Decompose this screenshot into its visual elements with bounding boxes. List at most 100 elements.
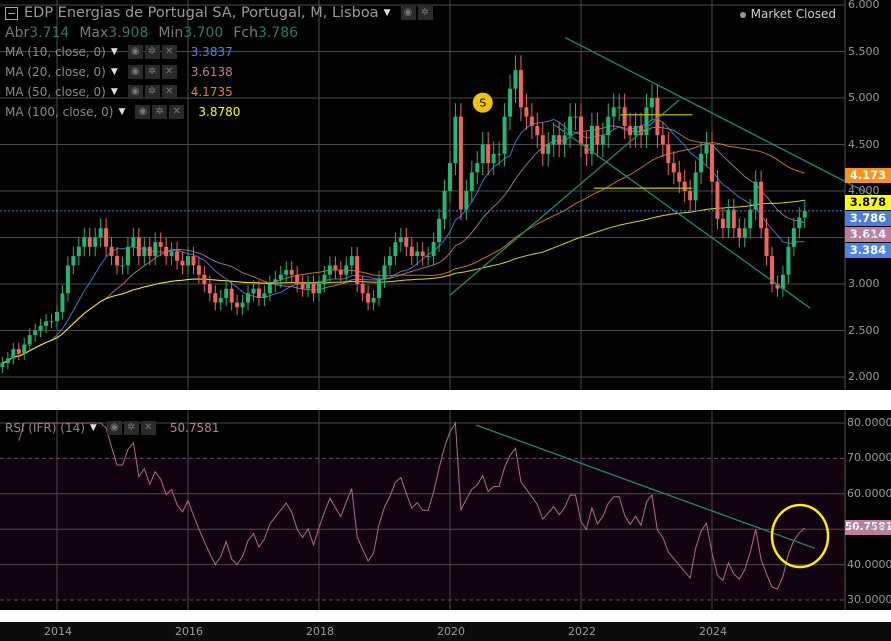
collapse-icon[interactable] bbox=[5, 6, 18, 20]
gear-icon[interactable]: ✲ bbox=[144, 65, 160, 79]
eye-icon[interactable]: ◉ bbox=[135, 105, 151, 119]
price-tick-label: 2.000 bbox=[848, 370, 880, 383]
candle-up bbox=[54, 311, 59, 322]
ma-label[interactable]: MA (50, close, 0) bbox=[5, 85, 106, 99]
candle-up bbox=[573, 116, 578, 118]
candle-down bbox=[764, 228, 769, 257]
rsi-label[interactable]: RSI (IFR) (14) bbox=[5, 421, 85, 435]
candle-down bbox=[731, 209, 736, 229]
candle-down bbox=[355, 256, 360, 284]
candle-down bbox=[191, 256, 196, 266]
candle-down bbox=[737, 228, 742, 238]
price-tick-label: 4.000 bbox=[848, 184, 880, 197]
close-icon[interactable]: ✕ bbox=[161, 45, 177, 59]
price-tick-label: 6.000 bbox=[848, 0, 880, 11]
candle-down bbox=[720, 218, 725, 229]
chevron-down-icon[interactable]: ▼ bbox=[111, 67, 118, 77]
candle-up bbox=[562, 135, 567, 145]
close-icon[interactable]: ✕ bbox=[140, 421, 156, 435]
candle-down bbox=[557, 135, 562, 145]
candle-up bbox=[431, 242, 436, 257]
candle-down bbox=[180, 260, 185, 266]
candle-up bbox=[387, 256, 392, 266]
candle-down bbox=[715, 181, 720, 219]
candle-up bbox=[649, 98, 654, 108]
time-tick-label: 2016 bbox=[174, 625, 203, 638]
candle-up bbox=[742, 228, 747, 238]
gear-icon[interactable]: ✲ bbox=[417, 6, 433, 20]
eye-icon[interactable]: ◉ bbox=[127, 85, 143, 99]
candle-down bbox=[677, 172, 682, 182]
chevron-down-icon[interactable]: ▼ bbox=[111, 47, 118, 57]
close-icon[interactable]: ✕ bbox=[161, 65, 177, 79]
candle-up bbox=[513, 70, 518, 89]
candle-down bbox=[671, 163, 676, 173]
candle-up bbox=[5, 358, 10, 364]
candle-down bbox=[87, 237, 92, 247]
high-label: Max bbox=[79, 25, 109, 41]
candle-down bbox=[404, 237, 409, 247]
ma-label[interactable]: MA (10, close, 0) bbox=[5, 45, 106, 59]
candle-down bbox=[420, 251, 425, 257]
close-icon[interactable]: ✕ bbox=[161, 85, 177, 99]
ma-label[interactable]: MA (100, close, 0) bbox=[5, 105, 113, 119]
price-tick-label: 3.500 bbox=[848, 230, 880, 244]
candle-up bbox=[65, 265, 70, 294]
candle-down bbox=[115, 256, 120, 266]
candle-up bbox=[382, 265, 387, 280]
chevron-down-icon[interactable]: ▼ bbox=[111, 87, 118, 97]
candle-down bbox=[16, 349, 21, 354]
ma-legend: MA (50, close, 0) ▼ ◉ ✲ ✕ 4.1735 bbox=[5, 85, 233, 99]
candle-down bbox=[628, 125, 633, 136]
eye-icon[interactable]: ◉ bbox=[127, 65, 143, 79]
rsi-legend: RSI (IFR) (14) ▼ ◉ ✲ ✕ 50.7581 bbox=[5, 421, 219, 435]
candle-up bbox=[426, 256, 431, 258]
candle-down bbox=[622, 107, 627, 126]
symbol-title[interactable]: EDP Energias de Portugal SA, Portugal, M… bbox=[24, 5, 379, 21]
eye-icon[interactable]: ◉ bbox=[400, 6, 416, 20]
candle-up bbox=[224, 288, 229, 298]
eye-icon[interactable]: ◉ bbox=[106, 421, 122, 435]
candle-up bbox=[49, 321, 54, 323]
candle-up bbox=[120, 265, 125, 267]
price-tick-label: 4.500 bbox=[848, 137, 880, 151]
chevron-down-icon[interactable]: ▼ bbox=[90, 423, 97, 433]
close-value: 3.786 bbox=[257, 25, 299, 41]
gear-icon[interactable]: ✲ bbox=[144, 45, 160, 59]
candle-up bbox=[480, 144, 485, 164]
candle-up bbox=[497, 153, 502, 155]
ma-label[interactable]: MA (20, close, 0) bbox=[5, 65, 106, 79]
candle-down bbox=[158, 242, 163, 247]
candle-up bbox=[153, 242, 158, 257]
candle-up bbox=[617, 107, 622, 109]
symbol-legend: EDP Energias de Portugal SA, Portugal, M… bbox=[5, 5, 433, 21]
candle-down bbox=[409, 246, 414, 257]
candle-up bbox=[600, 135, 605, 145]
candle-up bbox=[464, 191, 469, 210]
open-value: 3.714 bbox=[29, 25, 70, 41]
candle-down bbox=[709, 144, 714, 182]
gear-icon[interactable]: ✲ bbox=[152, 105, 168, 119]
candle-down bbox=[529, 116, 534, 126]
candle-down bbox=[535, 125, 540, 136]
candle-down bbox=[759, 181, 764, 229]
candle-down bbox=[311, 284, 316, 294]
market-status: Market Closed bbox=[739, 7, 836, 21]
gear-icon[interactable]: ✲ bbox=[144, 85, 160, 99]
high-value: 3.908 bbox=[108, 25, 149, 41]
gear-icon[interactable]: ✲ bbox=[123, 421, 139, 435]
candle-down bbox=[458, 116, 463, 210]
candle-up bbox=[27, 335, 32, 345]
low-value: 3.700 bbox=[183, 25, 224, 41]
time-tick-label: 2014 bbox=[43, 625, 72, 638]
price-tick-label: 5.000 bbox=[848, 91, 880, 104]
chevron-down-icon[interactable]: ▼ bbox=[384, 8, 391, 18]
candle-up bbox=[76, 246, 81, 257]
pane-separator bbox=[0, 610, 891, 622]
candle-up bbox=[33, 330, 38, 336]
close-icon[interactable]: ✕ bbox=[169, 105, 185, 119]
candle-up bbox=[469, 172, 474, 191]
price-tick-label: 5.500 bbox=[848, 44, 880, 58]
chevron-down-icon[interactable]: ▼ bbox=[118, 107, 125, 117]
eye-icon[interactable]: ◉ bbox=[127, 45, 143, 59]
